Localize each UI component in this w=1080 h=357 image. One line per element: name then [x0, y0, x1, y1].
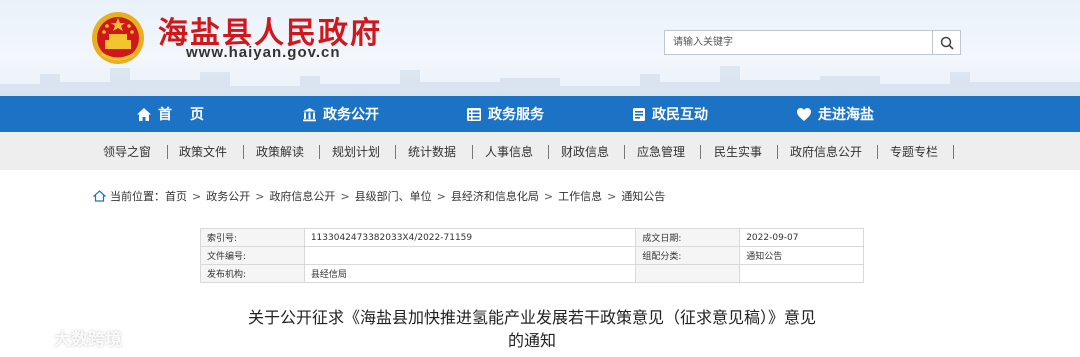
heart-icon	[797, 107, 811, 121]
table-cell-key: 文件编号:	[200, 246, 305, 265]
breadcrumb-item[interactable]: 县级部门、单位	[355, 188, 432, 204]
search-box	[664, 30, 961, 55]
breadcrumb-item[interactable]: 政府信息公开	[269, 188, 335, 204]
subnav-item-livelihood[interactable]: 民生实事	[714, 132, 762, 170]
breadcrumb-item[interactable]: 工作信息	[558, 188, 602, 204]
subnav-item-personnel[interactable]: 人事信息	[485, 132, 533, 170]
document-list-icon	[467, 107, 481, 121]
subnav-item-plans[interactable]: 规划计划	[332, 132, 380, 170]
table-cell-key: 发布机构:	[200, 264, 305, 283]
nav-about-haiyan-label: 走进海盐	[818, 107, 874, 123]
subnav-divider	[319, 145, 320, 159]
table-cell-key: 索引号:	[200, 228, 305, 247]
table-row: 索引号: 1133042473382033X4/2022-71159 成文日期:…	[200, 228, 864, 247]
nav-home-label: 首 页	[158, 107, 206, 123]
subnav-item-statistics[interactable]: 统计数据	[408, 132, 456, 170]
table-row: 发布机构: 县经信局	[200, 264, 864, 283]
breadcrumb-item[interactable]: 首页	[165, 188, 187, 204]
home-icon	[137, 107, 151, 121]
site-url[interactable]: www.haiyan.gov.cn	[186, 44, 341, 61]
search-button[interactable]	[932, 31, 960, 54]
city-skyline-decoration	[0, 66, 1080, 96]
subnav-item-special-topics[interactable]: 专题专栏	[890, 132, 938, 170]
breadcrumb-item[interactable]: 政务公开	[206, 188, 250, 204]
subnav-divider	[777, 145, 778, 159]
subnav-divider	[167, 145, 168, 159]
breadcrumb-item[interactable]: 通知公告	[621, 188, 665, 204]
subnav-divider	[243, 145, 244, 159]
breadcrumb-separator: >	[543, 189, 554, 203]
breadcrumb-separator: >	[436, 189, 446, 203]
nav-home[interactable]: 首 页	[136, 96, 206, 132]
table-cell-value: 2022-09-07	[739, 228, 864, 247]
subnav-divider	[395, 145, 396, 159]
site-header: 海盐县人民政府 www.haiyan.gov.cn	[0, 0, 1080, 96]
subnav-item-leaders[interactable]: 领导之窗	[103, 132, 151, 170]
table-cell-value	[739, 264, 864, 283]
subnav-divider	[472, 145, 473, 159]
main-navigation: 首 页 政务公开 政务服务 政民互动 走进海盐	[0, 96, 1080, 132]
subnav-item-emergency[interactable]: 应急管理	[637, 132, 685, 170]
nav-government-affairs-open[interactable]: 政务公开	[302, 96, 379, 132]
watermark: 大数跨境	[4, 322, 122, 352]
breadcrumb-separator: >	[192, 189, 202, 203]
table-row: 文件编号: 组配分类: 通知公告	[200, 246, 864, 265]
table-cell-value: 县经信局	[303, 264, 637, 283]
subnav-item-policy-files[interactable]: 政策文件	[179, 132, 227, 170]
breadcrumb-separator: >	[607, 189, 617, 203]
breadcrumb-separator: >	[255, 189, 265, 203]
subnav-divider	[624, 145, 625, 159]
subnav-item-finance[interactable]: 财政信息	[561, 132, 609, 170]
sub-navigation: 领导之窗 政策文件 政策解读 规划计划 统计数据 人事信息 财政信息 应急管理 …	[0, 132, 1080, 170]
nav-government-services[interactable]: 政务服务	[466, 96, 544, 132]
article-title-line: 的通知	[507, 331, 556, 350]
nav-citizen-interaction-label: 政民互动	[652, 107, 708, 123]
nav-government-affairs-open-label: 政务公开	[323, 107, 379, 123]
nav-about-haiyan[interactable]: 走进海盐	[796, 96, 874, 132]
table-cell-value: 1133042473382033X4/2022-71159	[303, 228, 637, 247]
table-cell-key: 成文日期:	[635, 228, 741, 247]
breadcrumb-item[interactable]: 县经济和信息化局	[451, 188, 539, 204]
breadcrumb-prefix: 当前位置：	[110, 190, 165, 203]
notepad-icon	[633, 107, 645, 121]
national-emblem-icon	[92, 12, 144, 64]
subnav-divider	[548, 145, 549, 159]
home-outline-icon	[93, 190, 106, 202]
breadcrumb-separator: >	[340, 189, 350, 203]
subnav-item-policy-interpretation[interactable]: 政策解读	[256, 132, 304, 170]
nav-citizen-interaction[interactable]: 政民互动	[632, 96, 708, 132]
subnav-divider	[953, 145, 954, 159]
document-info-table: 索引号: 1133042473382033X4/2022-71159 成文日期:…	[200, 228, 864, 283]
subnav-divider	[700, 145, 701, 159]
subnav-item-info-disclosure[interactable]: 政府信息公开	[790, 132, 862, 170]
article-title: 关于公开征求《海盐县加快推进氢能产业发展若干政策意见（征求意见稿）》意见 的通知	[196, 306, 868, 352]
table-cell-key	[635, 264, 741, 283]
search-icon	[940, 36, 954, 50]
watermark-text: 大数跨境	[54, 329, 122, 350]
nav-government-services-label: 政务服务	[488, 107, 544, 123]
watermark-logo-icon	[6, 328, 43, 346]
table-cell-value	[303, 246, 637, 265]
table-cell-value: 通知公告	[739, 246, 864, 265]
subnav-divider	[877, 145, 878, 159]
building-icon	[303, 107, 316, 121]
search-input[interactable]	[665, 31, 933, 54]
table-cell-key: 组配分类:	[635, 246, 741, 265]
breadcrumb: 当前位置： 首页 > 政务公开 > 政府信息公开 > 县级部门、单位 > 县经济…	[93, 187, 665, 205]
article-title-line: 关于公开征求《海盐县加快推进氢能产业发展若干政策意见（征求意见稿）》意见	[247, 308, 816, 327]
